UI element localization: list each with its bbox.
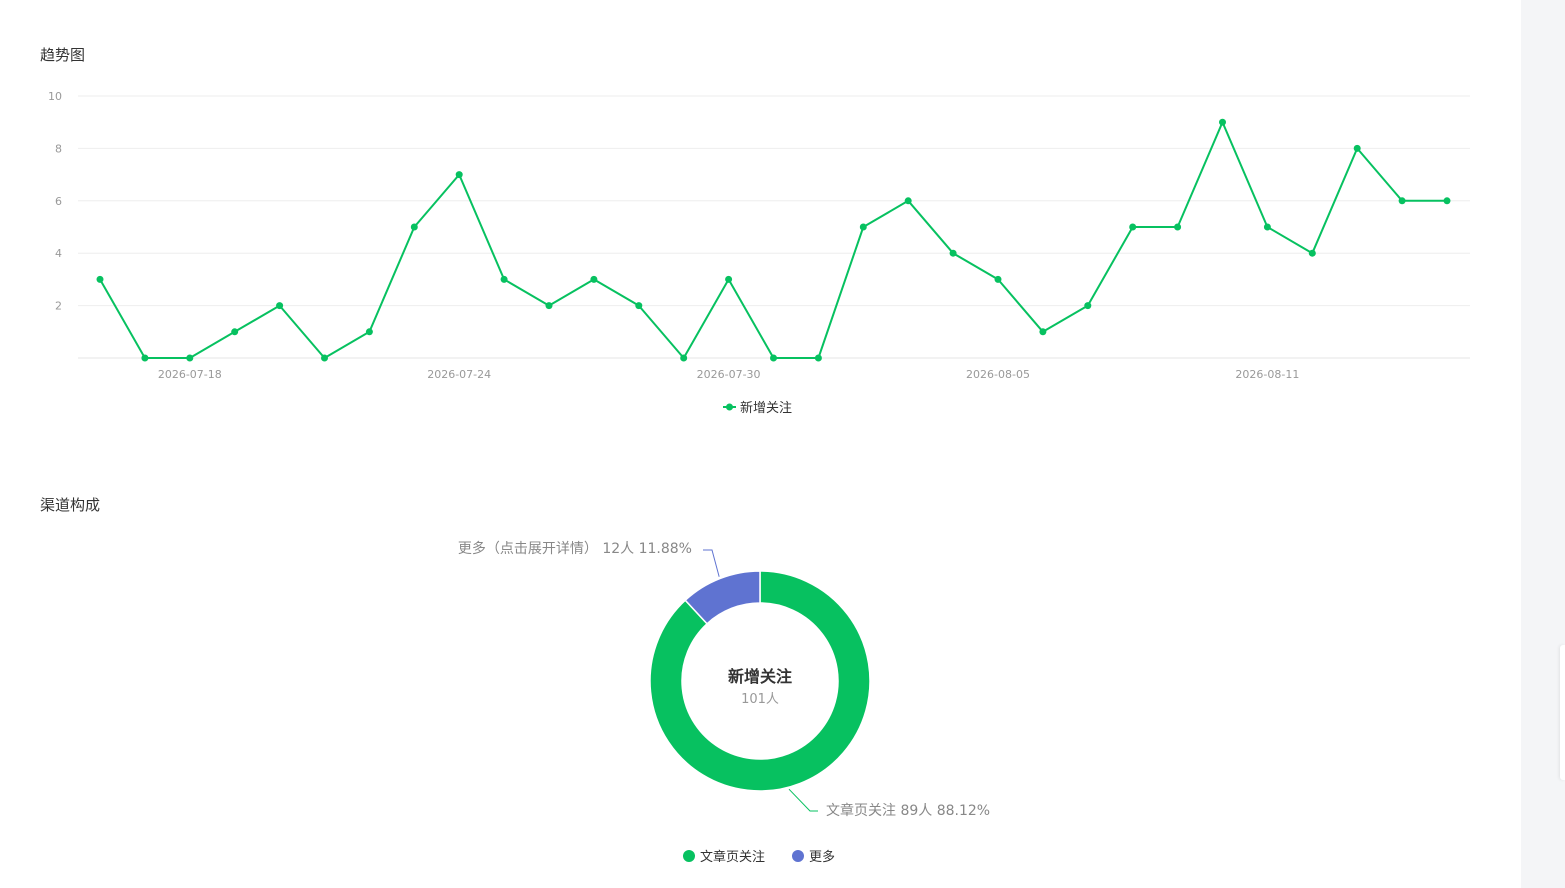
- leader-line: [788, 788, 818, 812]
- legend-swatch: [792, 850, 804, 862]
- side-panel-handle[interactable]: [1560, 645, 1565, 780]
- channel-donut-chart: 文章页关注 89人 88.12% 更多（点击展开详情） 12人 11.88% 新增关…: [458, 540, 990, 865]
- right-rail: [1521, 0, 1565, 888]
- slice-label: 更多（点击展开详情） 12人 11.88%: [458, 540, 692, 557]
- leader-line: [703, 549, 720, 577]
- legend-label: 文章页关注: [700, 849, 765, 865]
- slice-label: 文章页关注 89人 88.12%: [826, 802, 990, 819]
- donut-center-title: 新增关注: [728, 667, 792, 686]
- donut-legend: 文章页关注 更多: [683, 849, 835, 865]
- page: 趋势图 渠道构成 2 4 6 8 10 2026-07-18 2026-07-24 2026-…: [0, 0, 1565, 888]
- legend-label: 更多: [809, 849, 835, 865]
- legend-swatch: [683, 850, 695, 862]
- donut-center-value: 101人: [741, 692, 779, 707]
